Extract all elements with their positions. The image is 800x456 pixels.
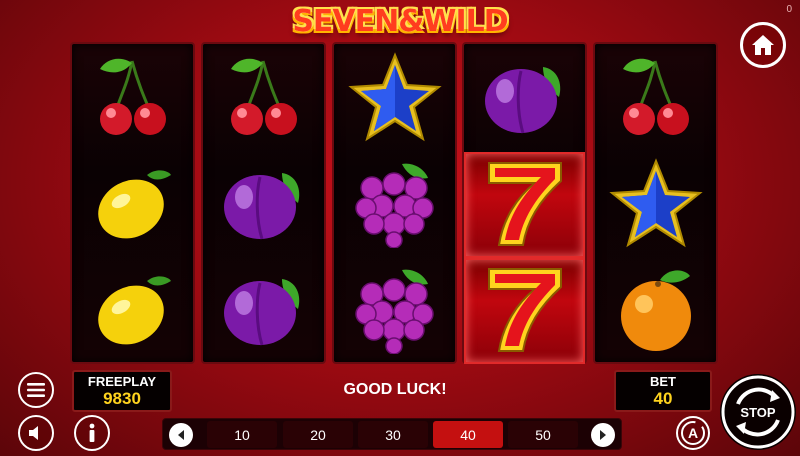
bet-display: BET 40 xyxy=(614,370,712,412)
bet-value: 40 xyxy=(653,389,673,408)
cherry-icon xyxy=(223,53,305,146)
orange-icon xyxy=(614,264,698,359)
status-message: GOOD LUCK! xyxy=(343,381,447,398)
arrow-right-icon xyxy=(600,430,606,440)
reel-5 xyxy=(593,42,718,364)
star-icon xyxy=(347,51,443,148)
reel-5-symbol-2 xyxy=(595,152,716,258)
bet-option-50[interactable]: 50 xyxy=(508,421,578,448)
autoplay-icon: A xyxy=(681,421,705,445)
reel-4 xyxy=(462,42,587,364)
cherry-icon xyxy=(615,53,697,146)
reel-5-symbol-1 xyxy=(595,46,716,152)
reel-1-symbol-1 xyxy=(72,46,193,152)
reels-area xyxy=(70,42,718,364)
freeplay-balance: FREEPLAY 9830 xyxy=(72,370,172,412)
reel-4-symbol-1 xyxy=(464,46,585,152)
stop-button[interactable]: STOP xyxy=(720,374,796,450)
plum-icon xyxy=(220,163,308,248)
info-icon xyxy=(89,423,95,442)
speaker-icon xyxy=(29,426,38,440)
star-icon xyxy=(608,157,704,254)
grapes-icon xyxy=(350,264,440,359)
home-button[interactable] xyxy=(740,22,786,68)
bet-option-40[interactable]: 40 xyxy=(433,421,503,448)
freeplay-value: 9830 xyxy=(103,389,141,408)
bet-option-10[interactable]: 10 xyxy=(207,421,277,448)
bet-option-20[interactable]: 20 xyxy=(283,421,353,448)
seven-icon xyxy=(479,155,571,256)
reel-2-symbol-1 xyxy=(203,46,324,152)
reel-1-symbol-2 xyxy=(72,152,193,258)
reel-3 xyxy=(332,42,457,364)
reel-1-symbol-3 xyxy=(72,258,193,364)
plum-icon xyxy=(481,57,569,142)
bet-decrease-button[interactable] xyxy=(169,423,193,447)
reel-1 xyxy=(70,42,195,364)
cherry-icon xyxy=(92,53,174,146)
bet-selector: 10 20 30 40 50 xyxy=(162,418,622,450)
hamburger-icon xyxy=(27,383,45,397)
lemon-icon xyxy=(91,161,175,250)
reel-3-symbol-2 xyxy=(334,152,455,258)
autoplay-label: A xyxy=(688,425,698,441)
reel-4-symbol-2 xyxy=(464,152,585,258)
reel-4-symbol-3 xyxy=(464,258,585,364)
reel-3-symbol-3 xyxy=(334,258,455,364)
reel-2-symbol-3 xyxy=(203,258,324,364)
info-button[interactable] xyxy=(74,415,110,451)
plum-icon xyxy=(220,269,308,354)
sound-button[interactable] xyxy=(18,415,54,451)
stop-label: STOP xyxy=(740,404,776,420)
bet-increase-button[interactable] xyxy=(591,423,615,447)
lemon-icon xyxy=(91,267,175,356)
seven-icon xyxy=(479,261,571,362)
autoplay-button[interactable]: A xyxy=(676,416,710,450)
reel-2 xyxy=(201,42,326,364)
grapes-icon xyxy=(350,158,440,253)
arrow-left-icon xyxy=(178,430,184,440)
reel-5-symbol-3 xyxy=(595,258,716,364)
reel-2-symbol-2 xyxy=(203,152,324,258)
freeplay-label: FREEPLAY xyxy=(87,374,157,389)
menu-button[interactable] xyxy=(18,372,54,408)
reel-3-symbol-1 xyxy=(334,46,455,152)
game-logo: SEVEN&WILD xyxy=(292,4,508,39)
bet-option-30[interactable]: 30 xyxy=(358,421,428,448)
home-icon xyxy=(752,35,774,55)
bet-label: BET xyxy=(650,374,676,389)
